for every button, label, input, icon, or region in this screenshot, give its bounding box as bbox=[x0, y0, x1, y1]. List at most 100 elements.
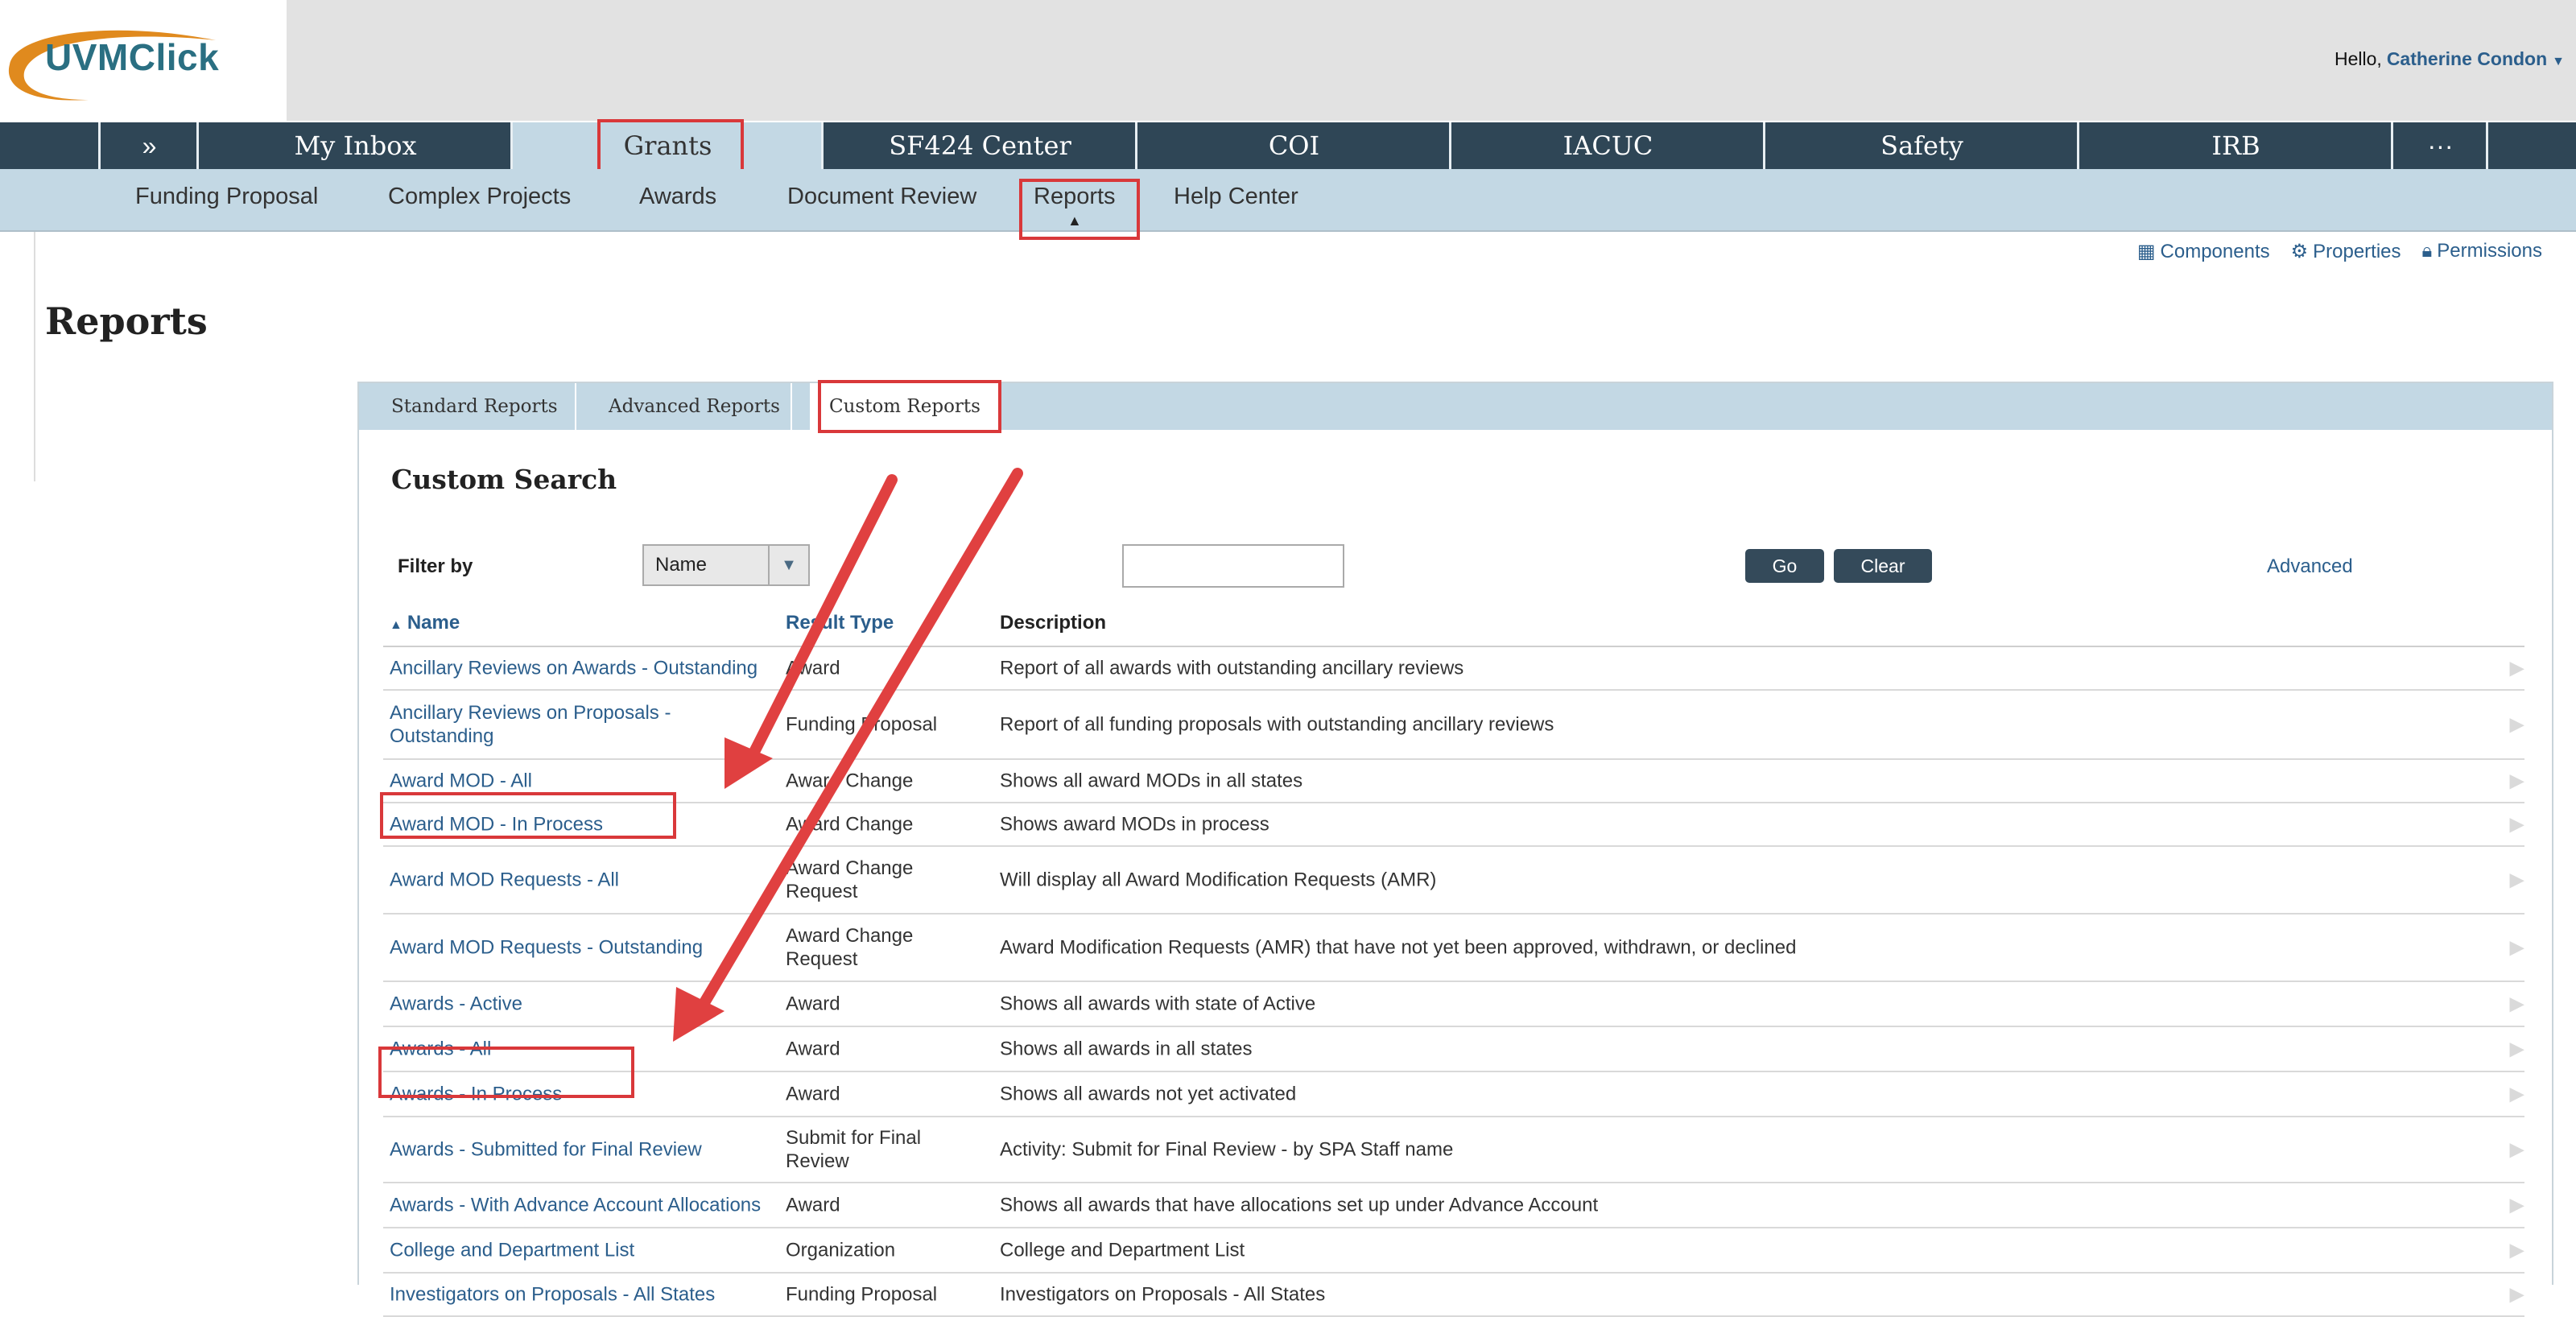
report-name-link[interactable]: Award MOD - All bbox=[390, 770, 776, 793]
report-name-link[interactable]: Award MOD Requests - Outstanding bbox=[390, 936, 776, 960]
row-chevron-icon[interactable]: ▶ bbox=[2510, 713, 2524, 737]
section-title: Custom Search bbox=[391, 464, 617, 495]
reports-table: ▲ Name Result Type Description Ancillary … bbox=[383, 601, 2524, 1317]
subnav-help-center[interactable]: Help Center bbox=[1174, 184, 1298, 210]
reports-panel: Standard Reports Advanced Reports Custom… bbox=[357, 382, 2553, 1317]
row-chevron-icon[interactable]: ▶ bbox=[2510, 1083, 2524, 1106]
logo[interactable]: UVMClick bbox=[0, 0, 287, 121]
table-row[interactable]: Awards - All Award Shows all awards in all… bbox=[383, 1027, 2524, 1072]
report-name-link[interactable]: Investigators on Proposals - All States bbox=[390, 1283, 776, 1307]
subnav-document-review[interactable]: Document Review bbox=[787, 184, 976, 210]
result-type-cell: Award bbox=[786, 657, 840, 679]
table-row[interactable]: Award MOD - All Award Change Shows all awa… bbox=[383, 760, 2524, 803]
description-cell: Activity: Submit for Final Review - by S… bbox=[1000, 1138, 1454, 1161]
table-row[interactable]: Awards - Submitted for Final Review Submi… bbox=[383, 1117, 2524, 1183]
highlight-award-mod-in-process bbox=[380, 792, 676, 839]
result-type-cell: Award Change Request bbox=[786, 925, 914, 970]
left-divider bbox=[34, 232, 35, 481]
result-type-cell: Award bbox=[786, 1083, 840, 1105]
tab-advanced-reports[interactable]: Advanced Reports bbox=[578, 383, 792, 430]
components-link[interactable]: ▦ Components bbox=[2137, 240, 2270, 263]
gear-icon: ⚙ bbox=[2290, 241, 2309, 262]
tab-coi[interactable]: COI bbox=[1135, 122, 1451, 169]
description-cell: Shows all awards in all states bbox=[1000, 1038, 1253, 1060]
tab-sf424-center[interactable]: SF424 Center bbox=[821, 122, 1137, 169]
subnav-awards[interactable]: Awards bbox=[639, 184, 716, 210]
description-cell: Shows all award MODs in all states bbox=[1000, 770, 1303, 792]
report-name-link[interactable]: College and Department List bbox=[390, 1239, 776, 1262]
result-type-cell: Award Change bbox=[786, 813, 914, 836]
table-row[interactable]: College and Department List Organization C… bbox=[383, 1228, 2524, 1274]
row-chevron-icon[interactable]: ▶ bbox=[2510, 1038, 2524, 1061]
table-header: ▲ Name Result Type Description bbox=[383, 601, 2524, 647]
report-name-link[interactable]: Awards - Active bbox=[390, 993, 776, 1016]
table-row[interactable]: Award MOD - In Process Award Change Shows … bbox=[383, 803, 2524, 847]
chevron-down-icon[interactable]: ▼ bbox=[2552, 55, 2565, 68]
table-row[interactable]: Award MOD Requests - All Award Change Req… bbox=[383, 847, 2524, 914]
result-type-cell: Award bbox=[786, 993, 840, 1015]
report-tabs: Standard Reports Advanced Reports Custom… bbox=[359, 383, 2552, 430]
tab-my-inbox[interactable]: My Inbox bbox=[196, 122, 512, 169]
tab-standard-reports[interactable]: Standard Reports bbox=[359, 383, 576, 430]
report-name-link[interactable]: Ancillary Reviews on Awards - Outstandin… bbox=[390, 657, 776, 680]
row-chevron-icon[interactable]: ▶ bbox=[2510, 657, 2524, 680]
description-cell: College and Department List bbox=[1000, 1239, 1245, 1261]
grid-icon: ▦ bbox=[2136, 241, 2156, 262]
table-row[interactable]: Ancillary Reviews on Proposals - Outstan… bbox=[383, 691, 2524, 760]
go-button[interactable]: Go bbox=[1745, 549, 1824, 583]
nav-spacer bbox=[2486, 122, 2576, 169]
user-name[interactable]: Catherine Condon bbox=[2387, 48, 2547, 69]
logo-text: UVMClick bbox=[45, 36, 220, 78]
result-type-cell: Award Change Request bbox=[786, 857, 914, 902]
description-cell: Shows award MODs in process bbox=[1000, 813, 1269, 836]
filter-label: Filter by bbox=[398, 555, 473, 577]
expand-icon: » bbox=[142, 130, 157, 160]
result-type-cell: Award bbox=[786, 1038, 840, 1060]
row-chevron-icon[interactable]: ▶ bbox=[2510, 993, 2524, 1016]
advanced-link[interactable]: Advanced bbox=[2267, 555, 2353, 578]
nav-expand-button[interactable]: » bbox=[98, 122, 198, 169]
tab-iacuc[interactable]: IACUC bbox=[1449, 122, 1765, 169]
row-chevron-icon[interactable]: ▶ bbox=[2510, 1283, 2524, 1307]
highlight-custom-reports bbox=[818, 380, 1001, 433]
table-row[interactable]: Awards - In Process Award Shows all awards… bbox=[383, 1072, 2524, 1117]
chevron-down-icon[interactable]: ▼ bbox=[768, 546, 808, 584]
row-chevron-icon[interactable]: ▶ bbox=[2510, 1194, 2524, 1217]
user-menu[interactable]: Hello, Catherine Condon ▼ bbox=[2334, 48, 2565, 70]
subnav-complex-projects[interactable]: Complex Projects bbox=[388, 184, 571, 210]
clear-button[interactable]: Clear bbox=[1834, 549, 1932, 583]
table-row[interactable]: Awards - With Advance Account Allocation… bbox=[383, 1183, 2524, 1228]
table-row[interactable]: Awards - Active Award Shows all awards wit… bbox=[383, 982, 2524, 1027]
result-type-cell: Award bbox=[786, 1194, 840, 1216]
description-cell: Shows all awards with state of Active bbox=[1000, 993, 1316, 1015]
row-chevron-icon[interactable]: ▶ bbox=[2510, 770, 2524, 793]
subnav-funding-proposal[interactable]: Funding Proposal bbox=[135, 184, 318, 210]
report-name-link[interactable]: Ancillary Reviews on Proposals - Outstan… bbox=[390, 701, 776, 748]
tab-irb[interactable]: IRB bbox=[2077, 122, 2392, 169]
greeting: Hello, bbox=[2334, 48, 2382, 69]
highlight-grants bbox=[597, 119, 744, 172]
more-menu-button[interactable]: ··· bbox=[2391, 122, 2487, 169]
column-name-header[interactable]: ▲ Name bbox=[390, 612, 460, 634]
table-row[interactable]: Award MOD Requests - Outstanding Award Ch… bbox=[383, 914, 2524, 982]
row-chevron-icon[interactable]: ▶ bbox=[2510, 1239, 2524, 1262]
description-cell: Report of all awards with outstanding an… bbox=[1000, 657, 1464, 679]
result-type-cell: Organization bbox=[786, 1239, 896, 1261]
row-chevron-icon[interactable]: ▶ bbox=[2510, 936, 2524, 960]
table-row[interactable]: Ancillary Reviews on Awards - Outstandin… bbox=[383, 647, 2524, 691]
tab-safety[interactable]: Safety bbox=[1763, 122, 2079, 169]
permissions-link[interactable]: 🔒︎ Permissions bbox=[2422, 240, 2542, 263]
row-chevron-icon[interactable]: ▶ bbox=[2510, 813, 2524, 836]
report-name-link[interactable]: Awards - Submitted for Final Review bbox=[390, 1138, 776, 1162]
table-row[interactable]: Investigators on Proposals - All States F… bbox=[383, 1274, 2524, 1317]
properties-label: Properties bbox=[2313, 241, 2401, 262]
row-chevron-icon[interactable]: ▶ bbox=[2510, 869, 2524, 892]
report-name-link[interactable]: Award MOD Requests - All bbox=[390, 869, 776, 892]
column-result-type-header[interactable]: Result Type bbox=[786, 612, 894, 634]
filter-input[interactable] bbox=[1122, 544, 1344, 588]
report-name-link[interactable]: Awards - With Advance Account Allocation… bbox=[390, 1194, 776, 1217]
filter-select[interactable]: Name ▼ bbox=[642, 544, 810, 586]
result-type-cell: Submit for Final Review bbox=[786, 1127, 922, 1172]
properties-link[interactable]: ⚙ Properties bbox=[2291, 240, 2401, 263]
row-chevron-icon[interactable]: ▶ bbox=[2510, 1138, 2524, 1162]
